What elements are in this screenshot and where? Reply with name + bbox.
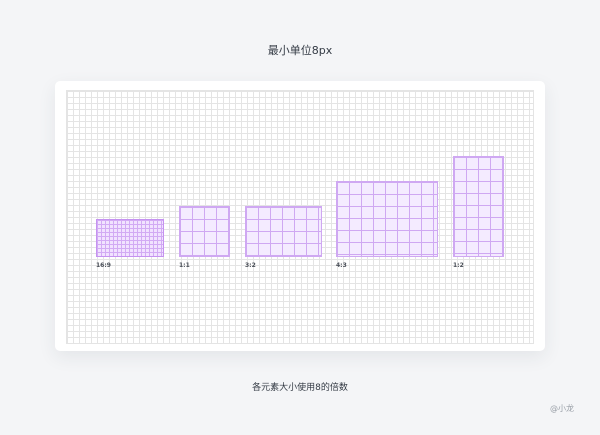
shape-1-2 bbox=[453, 156, 504, 257]
shape-label-16-9: 16:9 bbox=[96, 262, 111, 269]
shape-16-9 bbox=[96, 219, 164, 257]
page-title: 最小单位8px bbox=[267, 44, 333, 57]
shape-label-4-3: 4:3 bbox=[336, 262, 347, 269]
shape-4-3 bbox=[336, 181, 438, 257]
shape-label-1-1: 1:1 bbox=[179, 262, 190, 269]
shape-1-1 bbox=[179, 206, 230, 257]
baseline-grid: 16:9 1:1 3:2 4:3 1:2 bbox=[66, 90, 534, 344]
shape-label-1-2: 1:2 bbox=[453, 262, 464, 269]
shape-label-3-2: 3:2 bbox=[245, 262, 256, 269]
caption: 各元素大小使用8的倍数 bbox=[252, 383, 348, 393]
grid-card: 16:9 1:1 3:2 4:3 1:2 bbox=[55, 81, 545, 351]
shape-3-2 bbox=[245, 206, 322, 257]
credit-watermark: @小龙 bbox=[550, 404, 574, 413]
